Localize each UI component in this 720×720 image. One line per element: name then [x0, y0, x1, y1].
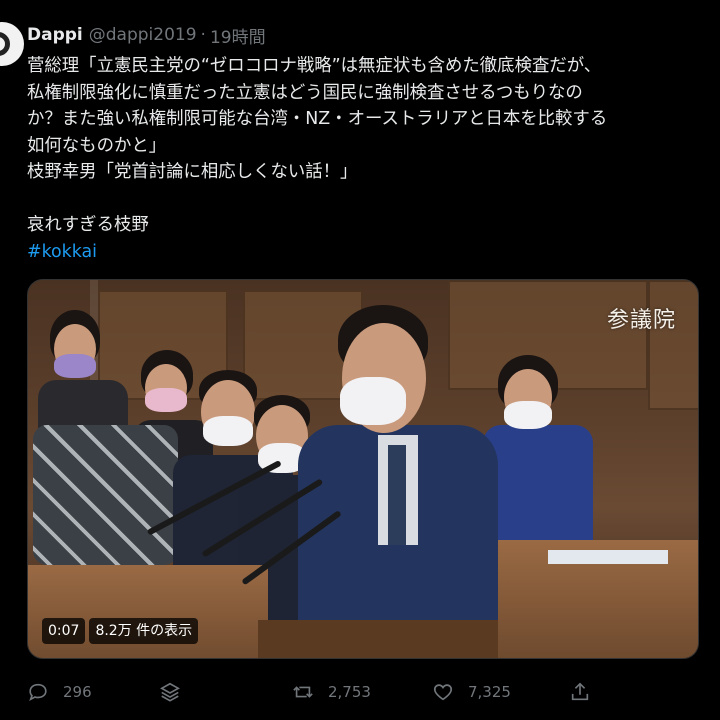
tweet-line: 枝野幸男「党首討論に相応しくない話！」 — [27, 162, 358, 182]
layers-icon — [160, 682, 180, 702]
separator-dot: · — [200, 25, 206, 45]
reply-count: 296 — [63, 683, 92, 701]
retweet-button[interactable]: 2,753 — [292, 678, 371, 706]
video-info-badge: 0:07 8.2万 件の表示 — [42, 618, 199, 644]
share-button[interactable] — [569, 678, 591, 706]
tweet-line: か？また強い私権制限可能な台湾・NZ・オーストラリアと日本を比較する — [27, 109, 608, 129]
video-watermark: 参議院 — [606, 308, 676, 333]
hashtag-link[interactable]: #kokkai — [27, 239, 707, 266]
reply-button[interactable]: 296 — [27, 678, 92, 706]
user-handle[interactable]: @dappi2019 — [89, 25, 197, 45]
display-name[interactable]: Dappi — [27, 25, 83, 45]
video-view-count: 8.2万 件の表示 — [89, 618, 199, 644]
avatar[interactable] — [0, 22, 24, 66]
tweet-comment: 哀れすぎる枝野 — [27, 215, 149, 235]
video-duration: 0:07 — [42, 618, 86, 644]
tweet-header: Dappi @dappi2019 · 19時間 — [27, 22, 266, 48]
tweet-text: 菅総理「立憲民主党の“ゼロコロナ戦略”は無症状も含めた徹底検査だが、 私権制限強… — [27, 53, 707, 265]
video-player[interactable]: 参議院 0:07 8.2万 件の表示 — [27, 279, 699, 659]
like-count: 7,325 — [468, 683, 511, 701]
reply-icon — [29, 683, 47, 702]
timestamp[interactable]: 19時間 — [210, 23, 266, 48]
share-icon — [571, 682, 589, 701]
tweet-line: 私権制限強化に慎重だった立憲はどう国民に強制検査させるつもりなの — [27, 82, 583, 103]
heart-icon — [433, 684, 453, 701]
layers-button[interactable] — [159, 678, 181, 706]
tweet-line: 如何なものかと」 — [27, 135, 167, 156]
retweet-count: 2,753 — [328, 683, 371, 701]
like-button[interactable]: 7,325 — [432, 678, 511, 706]
retweet-icon — [293, 686, 313, 698]
tweet-line: 菅総理「立憲民主党の“ゼロコロナ戦略”は無症状も含めた徹底検査だが、 — [27, 56, 602, 76]
tweet-actions: 296 2,753 7,325 — [27, 678, 607, 706]
